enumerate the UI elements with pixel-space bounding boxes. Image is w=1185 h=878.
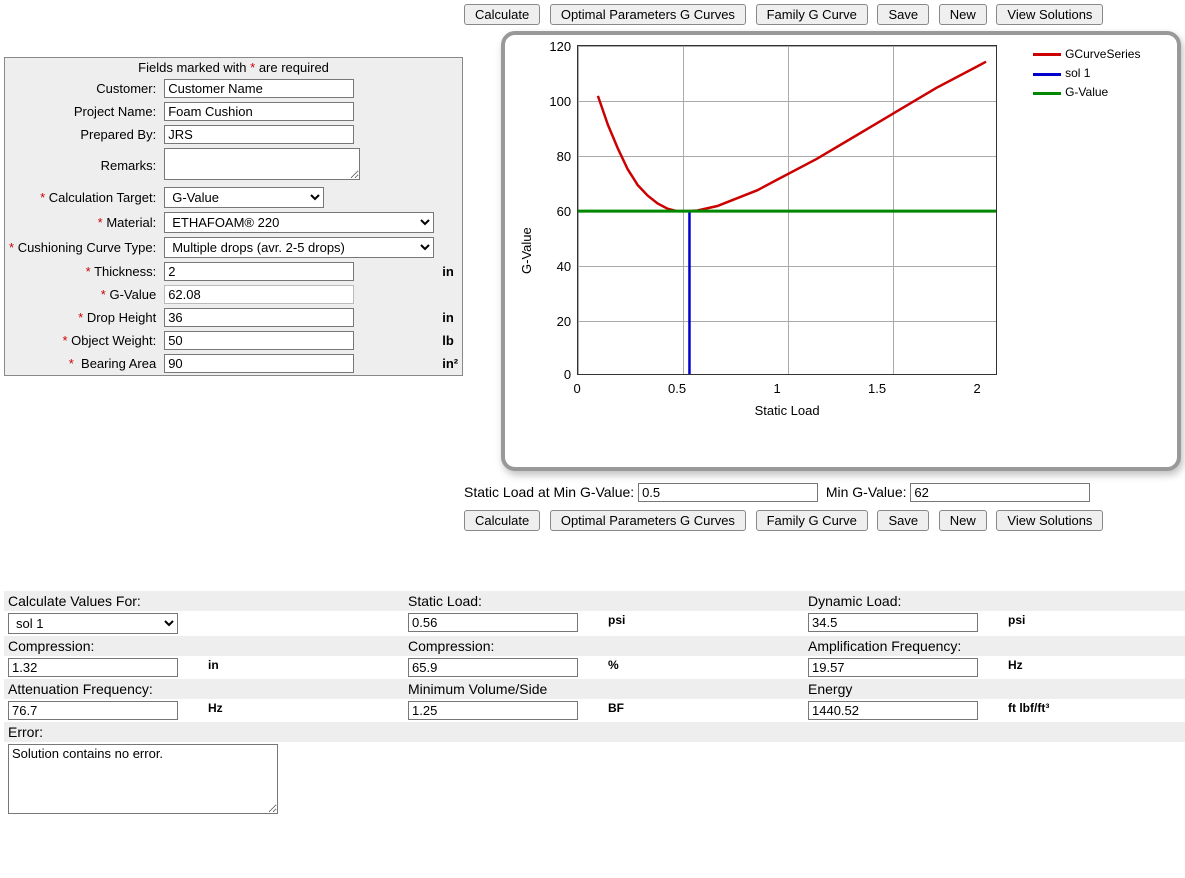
save-button-2[interactable]: Save [877,510,929,531]
family-curve-button[interactable]: Family G Curve [756,4,868,25]
drop-unit: in [438,306,462,329]
dynamic-field[interactable] [808,613,978,632]
amp-field[interactable] [808,658,978,677]
atten-field[interactable] [8,701,178,720]
comp-pct-field[interactable] [408,658,578,677]
y-axis-label: G-Value [515,45,537,457]
atten-label: Attenuation Frequency: [4,679,404,699]
results-panel: Calculate Values For: Static Load: Dynam… [4,591,1181,819]
project-label: Project Name: [5,100,161,123]
comp-in-label: Compression: [4,636,404,656]
vol-unit: BF [604,699,804,722]
legend: GCurveSeries sol 1 G-Value [1033,45,1140,457]
prepared-field[interactable] [164,125,354,144]
drop-label: Drop Height [87,310,156,325]
y-ticks: 120 100 80 60 40 20 0 [537,45,575,457]
customer-field[interactable] [164,79,354,98]
weight-label: Object Weight: [71,333,156,348]
new-button[interactable]: New [939,4,987,25]
view-solutions-button-2[interactable]: View Solutions [996,510,1103,531]
optimal-params-button-2[interactable]: Optimal Parameters G Curves [550,510,746,531]
bearing-label: Bearing Area [81,356,156,371]
amp-label: Amplification Frequency: [804,636,1185,656]
min-g-label: Min G-Value: [826,484,907,500]
bearing-unit: in² [438,352,462,376]
static-load-label: Static Load: [404,591,804,611]
min-g-field[interactable] [910,483,1090,502]
top-toolbar: Calculate Optimal Parameters G Curves Fa… [464,4,1181,25]
input-form: Fields marked with * are required Custom… [4,57,463,376]
view-solutions-button[interactable]: View Solutions [996,4,1103,25]
error-field[interactable] [8,744,278,814]
thickness-unit: in [438,260,462,283]
comp-pct-label: Compression: [404,636,804,656]
gvalue-label: G-Value [109,287,156,302]
comp-in-unit: in [204,656,404,679]
static-load-field[interactable] [408,613,578,632]
energy-unit: ft lbf/ft³ [1004,699,1185,722]
vol-field[interactable] [408,701,578,720]
mid-values: Static Load at Min G-Value: Min G-Value: [464,483,1181,502]
gvalue-field[interactable] [164,285,354,304]
weight-unit: lb [438,329,462,352]
calc-target-select[interactable]: G-Value [164,187,324,208]
material-select[interactable]: ETHAFOAM® 220 [164,212,434,233]
calc-for-label: Calculate Values For: [4,591,404,611]
dynamic-label: Dynamic Load: [804,591,1185,611]
static-at-min-field[interactable] [638,483,818,502]
prepared-label: Prepared By: [5,123,161,146]
bearing-field[interactable] [164,354,354,373]
plot-area [577,45,997,375]
vol-label: Minimum Volume/Side [404,679,804,699]
thickness-label: Thickness: [94,264,156,279]
calc-for-select[interactable]: sol 1 [8,613,178,634]
remarks-field[interactable] [164,148,360,180]
optimal-params-button[interactable]: Optimal Parameters G Curves [550,4,746,25]
thickness-field[interactable] [164,262,354,281]
calc-target-label: Calculation Target: [49,190,156,205]
chart: G-Value 120 100 80 60 40 20 0 0 [501,31,1181,471]
remarks-label: Remarks: [5,146,161,185]
drop-field[interactable] [164,308,354,327]
amp-unit: Hz [1004,656,1185,679]
dynamic-unit: psi [1004,611,1185,636]
calculate-button[interactable]: Calculate [464,4,540,25]
energy-field[interactable] [808,701,978,720]
family-curve-button-2[interactable]: Family G Curve [756,510,868,531]
atten-unit: Hz [204,699,404,722]
curve-type-select[interactable]: Multiple drops (avr. 2-5 drops) [164,237,434,258]
project-field[interactable] [164,102,354,121]
static-load-unit: psi [604,611,804,636]
weight-field[interactable] [164,331,354,350]
save-button[interactable]: Save [877,4,929,25]
customer-label: Customer: [5,77,161,100]
static-at-min-label: Static Load at Min G-Value: [464,484,634,500]
x-axis-label: Static Load [577,403,997,418]
material-label: Material: [106,215,156,230]
required-note: Fields marked with * are required [5,58,463,78]
comp-pct-unit: % [604,656,804,679]
energy-label: Energy [804,679,1185,699]
calculate-button-2[interactable]: Calculate [464,510,540,531]
error-label: Error: [4,722,1185,742]
mid-toolbar: Calculate Optimal Parameters G Curves Fa… [464,510,1181,531]
curve-type-label: Cushioning Curve Type: [18,240,157,255]
new-button-2[interactable]: New [939,510,987,531]
comp-in-field[interactable] [8,658,178,677]
